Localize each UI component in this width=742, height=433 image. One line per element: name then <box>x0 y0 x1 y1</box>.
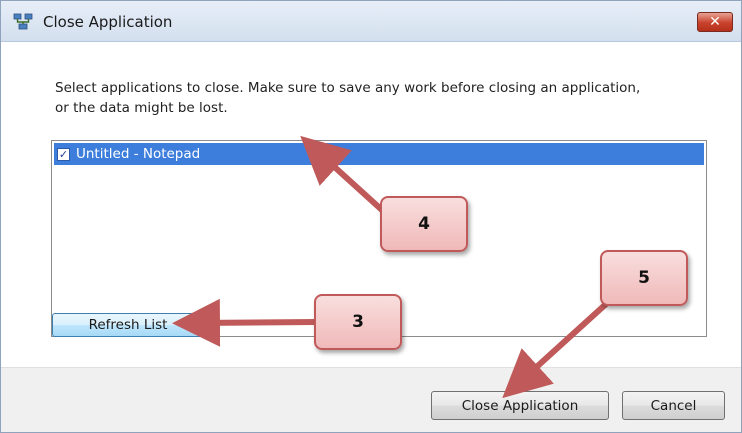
callout-4: 4 <box>380 196 468 252</box>
dialog-content: Select applications to close. Make sure … <box>1 42 741 432</box>
refresh-list-label: Refresh List <box>88 317 168 333</box>
cancel-label: Cancel <box>650 397 697 414</box>
list-item[interactable]: ✓ Untitled - Notepad <box>54 143 704 165</box>
window-title: Close Application <box>43 13 173 31</box>
close-application-button[interactable]: Close Application <box>431 391 609 420</box>
close-icon: ✕ <box>709 14 721 30</box>
callout-5: 5 <box>600 250 688 306</box>
cancel-button[interactable]: Cancel <box>622 391 725 420</box>
close-application-label: Close Application <box>461 397 579 414</box>
network-computers-icon <box>13 13 33 30</box>
list-item-label: Untitled - Notepad <box>76 146 201 162</box>
instructions-text: Select applications to close. Make sure … <box>55 80 641 116</box>
close-window-button[interactable]: ✕ <box>697 12 733 32</box>
callout-3: 3 <box>314 294 402 350</box>
title-bar[interactable]: Close Application ✕ <box>1 1 741 42</box>
checkbox[interactable]: ✓ <box>57 147 70 161</box>
refresh-list-button[interactable]: Refresh List <box>52 313 204 337</box>
close-application-dialog: Close Application ✕ Select applications … <box>0 0 742 433</box>
